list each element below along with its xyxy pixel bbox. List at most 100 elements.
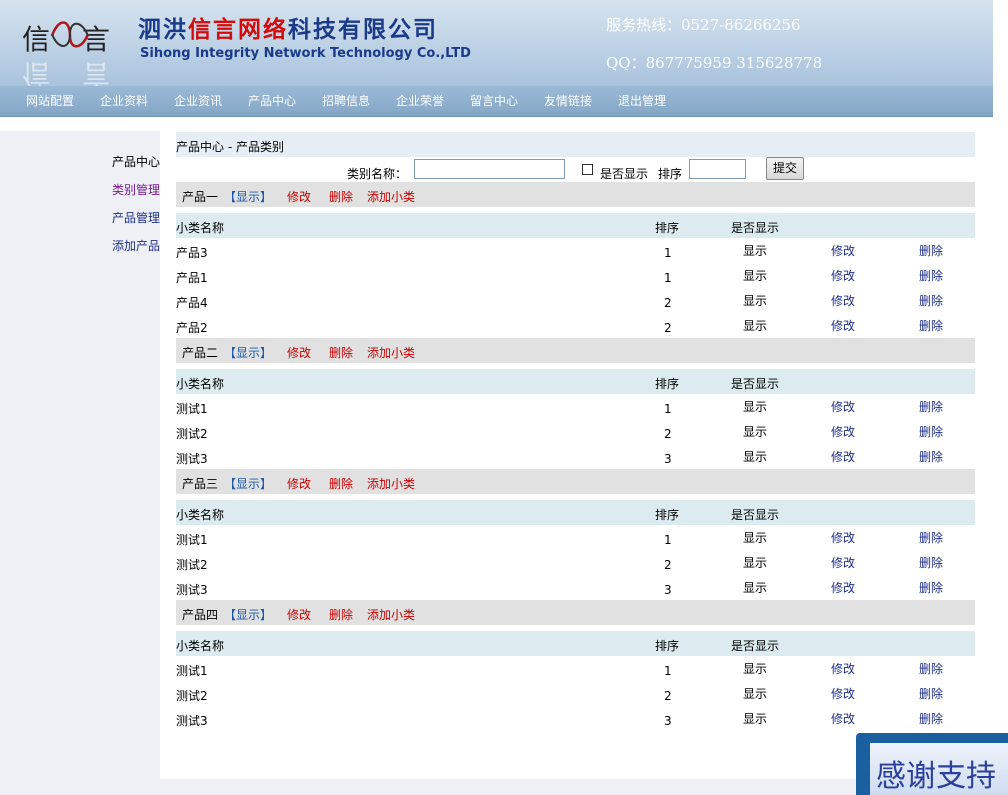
breadcrumb-bar: 产品中心 - 产品类别 <box>176 132 975 157</box>
category-group: 产品一 【显示】 修改 删除 添加小类 小类名称 排序 是否显示 产品3 1 显… <box>176 182 975 338</box>
company-name-cn: 泗洪信言网络科技有限公司 <box>138 16 438 43</box>
row-name: 测试2 <box>176 689 208 703</box>
row-delete-link[interactable]: 删除 <box>919 317 943 334</box>
group-edit-link[interactable]: 修改 <box>287 344 311 361</box>
row-edit-link[interactable]: 修改 <box>831 317 855 334</box>
group-add-subcategory-link[interactable]: 添加小类 <box>367 344 415 361</box>
row-show-status: 显示 <box>743 425 768 439</box>
nav-company-news[interactable]: 企业资讯 <box>174 92 222 109</box>
row-delete-link[interactable]: 删除 <box>919 579 943 596</box>
row-delete-link[interactable]: 删除 <box>919 685 943 702</box>
nav-messages[interactable]: 留言中心 <box>470 92 518 109</box>
column-name: 小类名称 <box>176 221 225 235</box>
logo: 信 言 信 言 <box>18 12 118 91</box>
group-delete-link[interactable]: 删除 <box>329 188 353 205</box>
group-header: 产品二 【显示】 修改 删除 添加小类 <box>176 338 975 363</box>
row-edit-link[interactable]: 修改 <box>831 529 855 546</box>
row-name: 产品2 <box>176 321 208 335</box>
group-name: 产品二 <box>182 346 219 360</box>
row-show-status: 显示 <box>743 244 768 258</box>
row-delete-link[interactable]: 删除 <box>919 529 943 546</box>
row-edit-link[interactable]: 修改 <box>831 423 855 440</box>
table-row: 测试2 2 显示 修改 删除 <box>176 419 975 444</box>
group-show-link[interactable]: 【显示】 <box>224 606 272 623</box>
group-header: 产品一 【显示】 修改 删除 添加小类 <box>176 182 975 207</box>
nav-company-info[interactable]: 企业资料 <box>100 92 148 109</box>
row-edit-link[interactable]: 修改 <box>831 710 855 727</box>
group-show-link[interactable]: 【显示】 <box>224 475 272 492</box>
row-sort: 2 <box>664 427 672 441</box>
row-delete-link[interactable]: 删除 <box>919 660 943 677</box>
row-delete-link[interactable]: 删除 <box>919 267 943 284</box>
site-header: 信 言 信 言 泗洪信言网络科技有限公司 Sihong Integrity Ne… <box>0 0 993 91</box>
nav-site-config[interactable]: 网站配置 <box>26 92 74 109</box>
row-edit-link[interactable]: 修改 <box>831 579 855 596</box>
sort-input[interactable] <box>689 159 746 179</box>
row-edit-link[interactable]: 修改 <box>831 554 855 571</box>
column-header: 小类名称 排序 是否显示 <box>176 631 975 656</box>
column-sort: 排序 <box>655 639 680 653</box>
thanks-popup[interactable]: 感谢支持 <box>856 733 1008 795</box>
category-name-input[interactable] <box>414 159 565 179</box>
row-edit-link[interactable]: 修改 <box>831 660 855 677</box>
group-edit-link[interactable]: 修改 <box>287 188 311 205</box>
row-delete-link[interactable]: 删除 <box>919 398 943 415</box>
sidebar-item-add-product[interactable]: 添加产品 <box>112 237 160 254</box>
sidebar-item-category-manage[interactable]: 类别管理 <box>112 181 160 198</box>
popup-panel: 感谢支持 <box>870 743 1008 795</box>
group-edit-link[interactable]: 修改 <box>287 475 311 492</box>
category-group: 产品二 【显示】 修改 删除 添加小类 小类名称 排序 是否显示 测试1 1 显… <box>176 338 975 469</box>
row-delete-link[interactable]: 删除 <box>919 423 943 440</box>
group-show-link[interactable]: 【显示】 <box>224 188 272 205</box>
group-delete-link[interactable]: 删除 <box>329 344 353 361</box>
row-delete-link[interactable]: 删除 <box>919 292 943 309</box>
row-edit-link[interactable]: 修改 <box>831 242 855 259</box>
sidebar-item-product-center[interactable]: 产品中心 <box>112 153 160 170</box>
row-edit-link[interactable]: 修改 <box>831 267 855 284</box>
nav-product-center[interactable]: 产品中心 <box>248 92 296 109</box>
group-add-subcategory-link[interactable]: 添加小类 <box>367 475 415 492</box>
table-row: 产品1 1 显示 修改 删除 <box>176 263 975 288</box>
group-add-subcategory-link[interactable]: 添加小类 <box>367 606 415 623</box>
group-delete-link[interactable]: 删除 <box>329 475 353 492</box>
group-delete-link[interactable]: 删除 <box>329 606 353 623</box>
nav-friend-links[interactable]: 友情链接 <box>544 92 592 109</box>
sort-label: 排序 <box>658 167 683 181</box>
row-delete-link[interactable]: 删除 <box>919 448 943 465</box>
row-sort: 3 <box>664 583 672 597</box>
main-content: 产品中心 - 产品类别 类别名称： 是否显示 排序 提交 产品一 【显示】 修改… <box>160 131 1008 779</box>
row-name: 产品4 <box>176 296 208 310</box>
table-row: 产品3 1 显示 修改 删除 <box>176 238 975 263</box>
scrollbar-strip <box>993 0 1008 118</box>
row-sort: 1 <box>664 664 672 678</box>
row-show-status: 显示 <box>743 319 768 333</box>
group-edit-link[interactable]: 修改 <box>287 606 311 623</box>
row-edit-link[interactable]: 修改 <box>831 292 855 309</box>
group-add-subcategory-link[interactable]: 添加小类 <box>367 188 415 205</box>
row-show-status: 显示 <box>743 712 768 726</box>
category-name-label: 类别名称： <box>347 167 408 181</box>
submit-button[interactable]: 提交 <box>766 157 804 180</box>
row-delete-link[interactable]: 删除 <box>919 242 943 259</box>
sidebar-item-product-manage[interactable]: 产品管理 <box>112 209 160 226</box>
row-delete-link[interactable]: 删除 <box>919 554 943 571</box>
group-header: 产品三 【显示】 修改 删除 添加小类 <box>176 469 975 494</box>
row-name: 测试3 <box>176 452 208 466</box>
nav-honors[interactable]: 企业荣誉 <box>396 92 444 109</box>
row-show-status: 显示 <box>743 662 768 676</box>
row-delete-link[interactable]: 删除 <box>919 710 943 727</box>
nav-logout[interactable]: 退出管理 <box>618 92 666 109</box>
row-name: 测试1 <box>176 664 208 678</box>
nav-recruitment[interactable]: 招聘信息 <box>322 92 370 109</box>
table-row: 测试3 3 显示 修改 删除 <box>176 444 975 469</box>
row-edit-link[interactable]: 修改 <box>831 685 855 702</box>
row-edit-link[interactable]: 修改 <box>831 448 855 465</box>
group-show-link[interactable]: 【显示】 <box>224 344 272 361</box>
group-name: 产品一 <box>182 190 219 204</box>
row-edit-link[interactable]: 修改 <box>831 398 855 415</box>
show-checkbox[interactable] <box>582 164 593 175</box>
row-sort: 2 <box>664 558 672 572</box>
company-name-en: Sihong Integrity Network Technology Co.,… <box>140 46 471 61</box>
header-spacer <box>0 117 1008 131</box>
table-row: 产品4 2 显示 修改 删除 <box>176 288 975 313</box>
